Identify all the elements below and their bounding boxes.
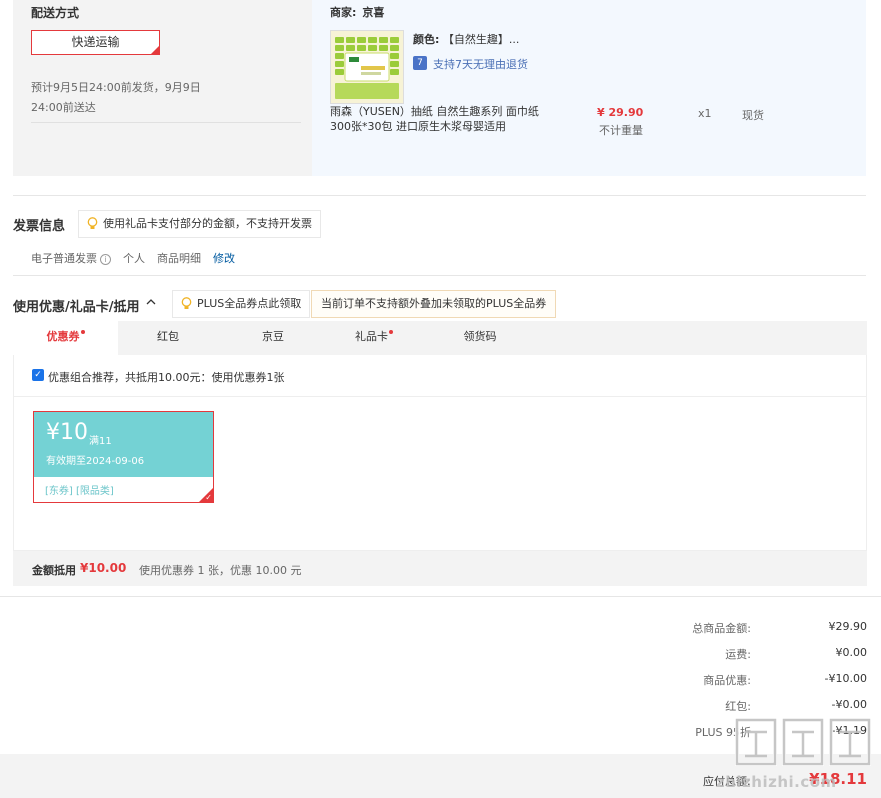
product-weight: 不计重量 xyxy=(599,124,643,137)
discount-amount: ¥10.00 xyxy=(80,561,127,575)
recommend-checkbox[interactable]: ✓ xyxy=(32,369,44,381)
product-thumbnail[interactable] xyxy=(330,30,404,104)
coupon-condition: 满11 xyxy=(89,436,112,447)
delivery-method-button[interactable]: 快递运输 xyxy=(31,30,160,55)
plus-coupon-notice: 当前订单不支持额外叠加未领取的PLUS全品券 xyxy=(311,290,557,318)
invoice-content: 商品明细 xyxy=(157,252,201,265)
tab-label: 京豆 xyxy=(262,330,284,343)
coupon-amount: ¥10 xyxy=(46,420,88,445)
tab-redeem-code[interactable]: 领货码 xyxy=(440,321,520,355)
check-icon: ✓ xyxy=(205,493,212,502)
lightbulb-icon xyxy=(181,297,192,309)
discount-description: 使用优惠券 1 张，优惠 10.00 元 xyxy=(139,564,302,577)
divider xyxy=(31,122,301,123)
merchant-info: 商家: 京喜 xyxy=(330,4,384,20)
invoice-title: 发票信息 xyxy=(13,219,66,234)
coupon-validity: 有效期至2024-09-06 xyxy=(46,456,145,467)
lightbulb-icon xyxy=(87,217,98,229)
eta-line-2: 24:00前送达 xyxy=(31,101,96,114)
invoice-type-label: 电子普通发票 xyxy=(31,252,97,265)
product-quantity: x1 xyxy=(698,107,712,120)
info-icon[interactable]: i xyxy=(100,253,111,265)
delivery-eta: 预计9月5日24:00前发货，9月9日 24:00前送达 xyxy=(31,78,231,118)
new-dot-icon xyxy=(80,330,85,334)
coupon-card[interactable]: ¥10 满11 有效期至2024-09-06 [东券] [限品类] ✓ xyxy=(33,411,214,503)
coupon-card-header: ¥10 满11 有效期至2024-09-06 xyxy=(34,412,213,477)
product-color: 颜色: 【自然生趣】... xyxy=(413,31,519,47)
coupon-tags: [东券] [限品类] xyxy=(45,486,114,497)
coupon-section-title: 使用优惠/礼品卡/抵用 xyxy=(13,300,140,315)
merchant-label: 商家: xyxy=(330,6,357,19)
divider xyxy=(14,396,866,397)
product-price: ¥ 29.90 xyxy=(597,106,644,119)
summary-label-subtotal: 总商品金额: xyxy=(692,622,751,635)
watermark-text: zhizhizhi.com xyxy=(716,773,837,791)
return-policy-link[interactable]: 支持7天无理由退货 xyxy=(433,56,528,72)
coupon-tabs: 优惠券 红包 京豆 礼品卡 领货码 xyxy=(13,321,867,355)
tab-label: 领货码 xyxy=(463,330,497,343)
tab-jd-beans[interactable]: 京豆 xyxy=(233,321,313,355)
plus-coupon-tip-text: PLUS全品券点此领取 xyxy=(197,297,302,310)
summary-value-red-packet: -¥0.00 xyxy=(831,698,867,711)
merchant-name: 京喜 xyxy=(362,6,385,19)
tab-gift-card[interactable]: 礼品卡 xyxy=(334,321,414,355)
tab-label: 礼品卡 xyxy=(355,330,388,343)
new-dot-icon xyxy=(389,330,393,334)
summary-value-shipping: ¥0.00 xyxy=(835,646,868,659)
section-divider xyxy=(13,195,866,196)
product-name[interactable]: 雨森（YUSEN）抽纸 自然生趣系列 面巾纸300张*30包 进口原生木浆母婴适… xyxy=(330,104,540,134)
selected-corner-icon xyxy=(150,45,160,55)
color-value: 【自然生趣】... xyxy=(442,33,520,46)
invoice-tip-text: 使用礼品卡支付部分的金额，不支持开发票 xyxy=(103,217,312,230)
invoice-edit-link[interactable]: 修改 xyxy=(213,250,235,266)
invoice-type: 电子普通发票 i xyxy=(31,250,111,266)
tab-label: 优惠券 xyxy=(46,330,80,343)
recommend-text: 优惠组合推荐，共抵用10.00元：使用优惠券1张 xyxy=(48,371,285,384)
chevron-up-icon[interactable] xyxy=(146,297,156,307)
summary-value-discount: -¥10.00 xyxy=(824,672,867,685)
section-divider xyxy=(13,275,866,276)
tissue-pack-image xyxy=(331,31,403,103)
summary-label-discount: 商品优惠: xyxy=(703,674,751,687)
delivery-title: 配送方式 xyxy=(31,6,80,20)
delivery-method-label: 快递运输 xyxy=(71,35,120,49)
summary-label-shipping: 运费: xyxy=(725,648,751,661)
invoice-holder: 个人 xyxy=(123,252,145,265)
summary-value-subtotal: ¥29.90 xyxy=(828,620,868,633)
invoice-details: 电子普通发票 i 个人 商品明细 修改 xyxy=(31,250,235,266)
watermark-logo-icon xyxy=(735,718,871,766)
tab-coupons[interactable]: 优惠券 xyxy=(13,321,118,355)
section-divider xyxy=(0,596,881,597)
return-policy-icon: 7 xyxy=(413,56,427,70)
color-label: 颜色: xyxy=(413,33,440,46)
eta-line-1: 预计9月5日24:00前发货，9月9日 xyxy=(31,81,201,94)
tab-label: 红包 xyxy=(157,330,179,343)
product-stock: 现货 xyxy=(742,109,764,122)
plus-coupon-tip[interactable]: PLUS全品券点此领取 xyxy=(172,290,311,318)
invoice-tip: 使用礼品卡支付部分的金额，不支持开发票 xyxy=(78,210,321,238)
discount-label: 金额抵用 xyxy=(32,564,76,577)
tab-red-packet[interactable]: 红包 xyxy=(128,321,208,355)
